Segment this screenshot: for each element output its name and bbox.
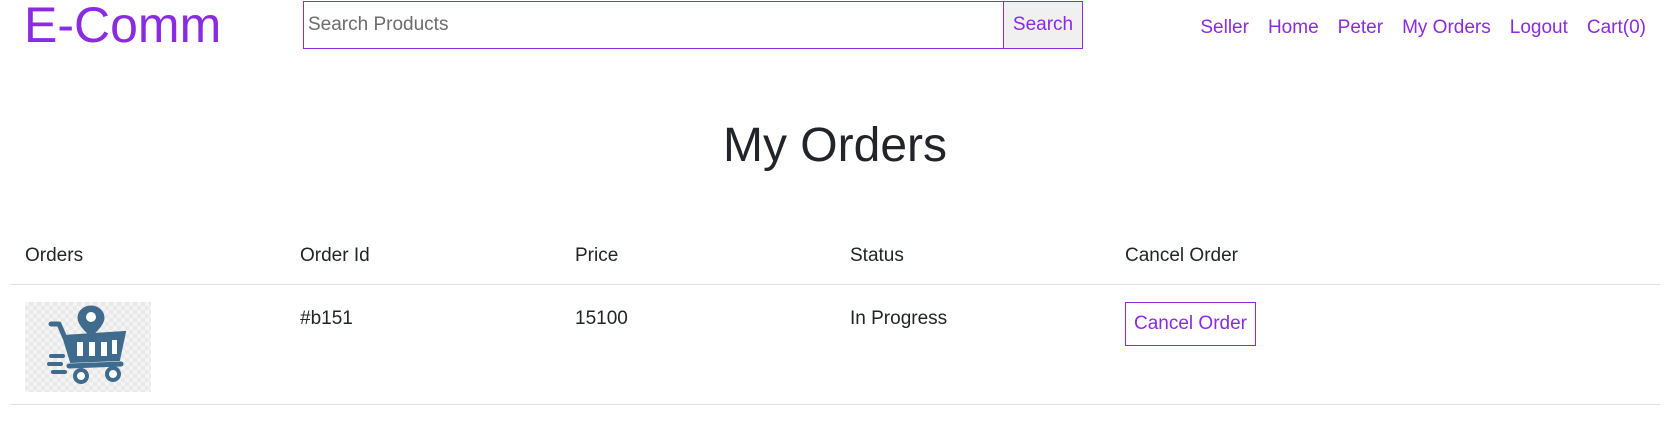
header-status: Status: [835, 228, 1110, 285]
nav-link-my-orders[interactable]: My Orders: [1402, 17, 1491, 39]
brand-logo[interactable]: E-Comm: [24, 0, 221, 54]
nav-links: Seller Home Peter My Orders Logout Cart(…: [1200, 17, 1646, 39]
cancel-cell: Cancel Order: [1110, 284, 1660, 405]
nav-link-logout[interactable]: Logout: [1510, 17, 1568, 39]
nav-link-seller[interactable]: Seller: [1200, 17, 1249, 39]
header-cancel-order: Cancel Order: [1110, 228, 1660, 285]
order-image-cell: [10, 284, 285, 405]
nav-link-user-profile[interactable]: Peter: [1338, 17, 1383, 39]
page-title: My Orders: [722, 119, 947, 172]
order-id-cell: #b151: [285, 284, 560, 405]
status-cell: In Progress: [835, 284, 1110, 405]
search-input[interactable]: [303, 1, 1003, 49]
price-cell: 15100: [560, 284, 835, 405]
header-order-id: Order Id: [285, 228, 560, 285]
search-form: Search: [303, 1, 1083, 49]
header-price: Price: [560, 228, 835, 285]
nav-link-home[interactable]: Home: [1268, 17, 1319, 39]
shopping-cart-location-icon: [25, 302, 151, 392]
search-button[interactable]: Search: [1003, 1, 1083, 49]
table-row: #b151 15100 In Progress Cancel Order: [10, 284, 1660, 405]
nav-link-cart[interactable]: Cart(0): [1587, 17, 1646, 39]
navbar: E-Comm Search Seller Home Peter My Order…: [0, 0, 1670, 60]
order-id: #b151: [300, 308, 353, 329]
order-status: In Progress: [850, 308, 948, 329]
header-orders: Orders: [10, 228, 285, 285]
order-price: 15100: [575, 308, 628, 329]
cancel-order-button[interactable]: Cancel Order: [1125, 302, 1256, 346]
orders-table: Orders Order Id Price Status Cancel Orde…: [10, 228, 1660, 405]
table-header-row: Orders Order Id Price Status Cancel Orde…: [10, 228, 1660, 285]
